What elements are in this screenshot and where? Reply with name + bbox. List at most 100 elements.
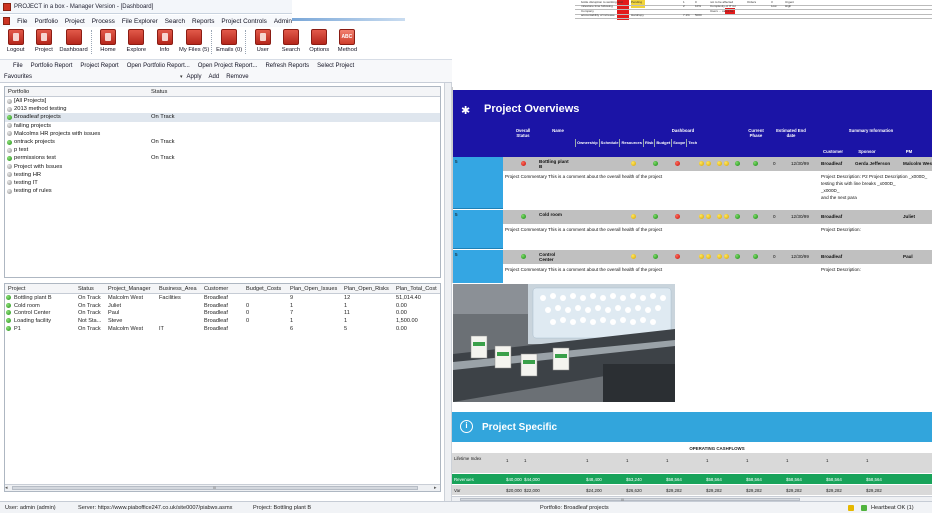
rag-status-icon: [717, 254, 722, 259]
cashflow-value: $29,282: [786, 488, 802, 493]
info-button[interactable]: Info: [152, 27, 177, 53]
cell-business-area: IT: [159, 325, 164, 332]
portfolio-row[interactable]: Project with Issues: [5, 163, 440, 171]
project-row[interactable]: Loading facility Not Sta... Steve Broadleaf…: [5, 317, 440, 325]
column-portfolio[interactable]: Portfolio: [8, 89, 29, 95]
snippet-gridline: [575, 9, 932, 11]
menu-reports[interactable]: Reports: [192, 18, 214, 25]
subcol-ownership: Ownership: [575, 139, 599, 147]
project-grid-scrollbar[interactable]: ◂ III ▸: [5, 484, 440, 491]
operating-cashflows-header: OPERATING CASHFLOWS: [502, 444, 932, 453]
rag-status-icon: [653, 254, 658, 259]
project-row[interactable]: P1 On Track Malcolm West IT Broadleaf 6 5 0.00: [5, 325, 440, 333]
explore-button[interactable]: Explore: [124, 27, 149, 53]
column-project[interactable]: Project: [8, 286, 25, 292]
favourites-apply[interactable]: Apply: [187, 74, 202, 80]
cashflow-value: $24,200: [586, 488, 602, 493]
app-menu-icon[interactable]: [3, 17, 11, 25]
scroll-right-icon[interactable]: ▸: [434, 485, 440, 491]
abc-label: ABC: [341, 34, 353, 40]
portfolio-name: failing projects: [14, 122, 52, 129]
portfolio-row[interactable]: testing of rules: [5, 187, 440, 195]
toolbar-open-portfolio-report[interactable]: Open Portfolio Report...: [127, 63, 190, 69]
menu-project[interactable]: Project: [65, 18, 85, 25]
dashboard-button[interactable]: Dashboard: [59, 27, 88, 53]
cashflow-value: $58,564: [706, 477, 722, 482]
favourites-remove[interactable]: Remove: [226, 74, 248, 80]
favourites-dropdown[interactable]: ▾: [180, 74, 183, 80]
subcol-schedule: Schedule: [598, 139, 620, 147]
column-budget-costs[interactable]: Budget_Costs: [246, 286, 281, 292]
status-green-icon: [7, 155, 12, 161]
vertical-splitter[interactable]: [444, 83, 452, 501]
snippet-cell: accountability of increase: [581, 13, 615, 18]
logout-button[interactable]: Logout: [3, 27, 28, 53]
snippet-gridline: [575, 13, 932, 15]
cashflow-value: 1: [626, 458, 629, 463]
project-row[interactable]: Cold room On Track Juliet Broadleaf 0 1 1 0.00: [5, 302, 440, 310]
column-plan-open-risks[interactable]: Plan_Open_Risks: [344, 286, 389, 292]
column-project-manager[interactable]: Project_Manager: [108, 286, 151, 292]
portfolio-row[interactable]: ontrack projects On Track: [5, 138, 440, 146]
column-business-area[interactable]: Business_Area: [159, 286, 197, 292]
toolbar-project-report[interactable]: Project Report: [80, 63, 118, 69]
menu-portfolio[interactable]: Portfolio: [34, 18, 57, 25]
options-button[interactable]: Options: [307, 27, 332, 53]
column-customer[interactable]: Customer: [204, 286, 228, 292]
snippet-cell: 2: [683, 4, 685, 9]
portfolio-row[interactable]: permissions test On Track: [5, 154, 440, 162]
favourites-add[interactable]: Add: [209, 74, 220, 80]
toolbar-open-project-report[interactable]: Open Project Report...: [198, 63, 258, 69]
menu-file-explorer[interactable]: File Explorer: [122, 18, 158, 25]
home-icon: [100, 29, 117, 45]
project-overview-row[interactable]: Control Center 0 12/30/99 Broadleaf Paul: [503, 250, 932, 264]
scroll-left-icon[interactable]: ◂: [5, 485, 11, 491]
cell-plan-open-risks: 5: [344, 325, 348, 332]
cell-plan-open-risks: 1: [344, 318, 348, 325]
column-plan-total-cost[interactable]: Plan_Total_Cost: [396, 286, 437, 292]
portfolio-row[interactable]: Malcolms HR projects with issues: [5, 130, 440, 138]
my-files-button[interactable]: My Files (5): [179, 27, 209, 53]
menu-file[interactable]: File: [17, 18, 27, 25]
portfolio-row[interactable]: failing projects: [5, 122, 440, 130]
menu-search[interactable]: Search: [165, 18, 185, 25]
project-overview-row[interactable]: Cold room 0 12/30/99 Broadleaf Juliet: [503, 210, 932, 224]
toolbar-file[interactable]: File: [13, 63, 23, 69]
portfolio-row[interactable]: [All Projects]: [5, 97, 440, 105]
user-button[interactable]: User: [250, 27, 275, 53]
portfolio-name: testing HR: [14, 171, 42, 178]
customer: Broadleaf: [821, 214, 843, 219]
toolbar-select-project[interactable]: Select Project: [317, 63, 354, 69]
rag-status-icon: [675, 214, 680, 219]
portfolio-row[interactable]: Broadleaf projects On Track: [5, 113, 440, 122]
portfolio-row[interactable]: testing IT: [5, 179, 440, 187]
portfolio-row[interactable]: 2013 method testing: [5, 105, 440, 113]
project-row[interactable]: Control Center On Track Paul Broadleaf 0 7 11 0…: [5, 309, 440, 317]
portfolio-name: Malcolms HR projects with issues: [14, 130, 101, 137]
emails-button[interactable]: Emails (0): [216, 27, 242, 53]
column-plan-open-issues[interactable]: Plan_Open_Issues: [290, 286, 337, 292]
home-button[interactable]: Home: [95, 27, 120, 53]
column-status[interactable]: Status: [78, 286, 94, 292]
scroll-grip: III: [213, 485, 217, 490]
rag-status-icon: [631, 161, 636, 166]
menu-process[interactable]: Process: [92, 18, 115, 25]
toolbar-refresh-reports[interactable]: Refresh Reports: [265, 63, 309, 69]
portfolio-row[interactable]: testing HR: [5, 171, 440, 179]
scroll-thumb[interactable]: III: [12, 485, 418, 490]
project-row[interactable]: Bottling plant B On Track Malcolm West Faci…: [5, 294, 440, 302]
cell-plan-open-issues: 9: [290, 295, 294, 301]
cell-plan-total-cost: 1,500.00: [396, 318, 418, 325]
search-button[interactable]: Search: [278, 27, 303, 53]
portfolio-name: 2013 method testing: [14, 106, 67, 113]
menu-admin[interactable]: Admin: [274, 18, 292, 25]
portfolio-status: On Track: [151, 114, 175, 121]
portfolio-row[interactable]: p test: [5, 146, 440, 154]
rag-status-icon: [735, 161, 740, 166]
menu-project-controls[interactable]: Project Controls: [221, 18, 266, 25]
project-button[interactable]: Project: [31, 27, 56, 53]
project-overview-row[interactable]: Bottling plant B 0 12/30/99 Broadleaf Gerda …: [503, 157, 932, 171]
method-button[interactable]: ABC Method: [335, 27, 360, 53]
column-status[interactable]: Status: [151, 89, 167, 95]
toolbar-portfolio-report[interactable]: Portfolio Report: [31, 63, 73, 69]
